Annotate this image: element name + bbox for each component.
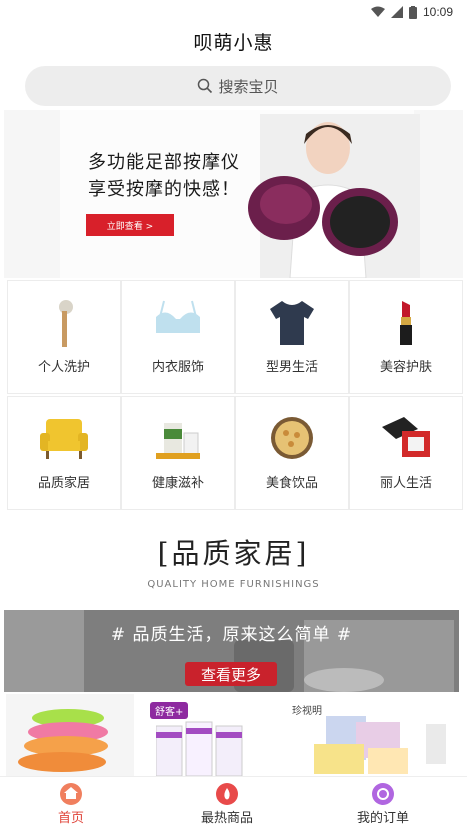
tab-my-orders[interactable]: 我的订单 — [323, 777, 443, 832]
tab-label: 首页 — [57, 811, 84, 826]
battery-icon — [408, 5, 417, 19]
category-health[interactable]: 健康滋补 — [122, 397, 234, 509]
shukeplus-toothpaste-icon — [156, 721, 243, 776]
category-label: 美食饮品 — [265, 476, 318, 491]
category-label: 健康滋补 — [151, 476, 204, 491]
status-bar: 10:09 — [0, 0, 467, 24]
search-icon — [198, 78, 213, 94]
category-personal-care[interactable]: 个人洗护 — [8, 281, 120, 393]
signal-icon — [390, 6, 403, 18]
foot-massager-model-image — [248, 114, 420, 278]
bottom-tab-bar: 首页 最热商品 我的订单 — [0, 776, 467, 832]
cookie-box-icon — [271, 417, 313, 459]
zhenmeiming-products-icon — [314, 716, 446, 774]
tab-hot-products[interactable]: 最热商品 — [167, 777, 287, 832]
search-placeholder: 搜索宝贝 — [218, 77, 279, 96]
tshirt-icon — [270, 301, 314, 345]
banner-view-button[interactable]: 立即查看 > — [86, 214, 174, 236]
status-time: 10:09 — [422, 5, 453, 19]
product-brand-badge: 舒客+ — [150, 702, 189, 719]
banner-title-line2: 享受按摩的快感！ — [88, 179, 240, 200]
promo-slogan: # 品质生活，原来这么简单 # — [110, 625, 353, 645]
section-subtitle: QUALITY HOME FURNISHINGS — [147, 579, 320, 590]
supplement-icon — [156, 423, 200, 459]
search-input[interactable]: 搜索宝贝 — [25, 66, 451, 106]
banner-title-line1: 多功能足部按摩仪 — [88, 152, 240, 173]
slippers-icon — [18, 709, 108, 772]
product-card[interactable]: 珍视明 — [292, 694, 462, 776]
product-card[interactable]: 舒客+ — [142, 694, 292, 776]
status-icons: 10:09 — [370, 5, 453, 19]
category-food[interactable]: 美食饮品 — [236, 397, 348, 509]
fire-icon — [216, 783, 238, 805]
category-label: 个人洗护 — [37, 360, 90, 375]
category-mens[interactable]: 型男生活 — [236, 281, 348, 393]
promo-strip[interactable]: # 品质生活，原来这么简单 # 查看更多 — [4, 610, 459, 692]
order-icon — [372, 783, 394, 805]
promo-banner[interactable]: 多功能足部按摩仪 享受按摩的快感！ 立即查看 > — [4, 110, 463, 278]
sofa-icon — [40, 419, 88, 459]
category-label: 品质家居 — [37, 476, 90, 491]
category-grid: 个人洗护 内衣服饰 型男生活 美容护肤 品质家居 健康滋补 美食饮品 丽人生活 — [6, 281, 462, 509]
brush-icon — [59, 300, 73, 347]
category-home[interactable]: 品质家居 — [8, 397, 120, 509]
category-lady[interactable]: 丽人生活 — [350, 397, 462, 509]
section-title: [品质家居] — [157, 537, 310, 570]
app-title: 呗萌小惠 — [193, 32, 274, 54]
bra-icon — [156, 300, 200, 333]
category-underwear[interactable]: 内衣服饰 — [122, 281, 234, 393]
product-card[interactable] — [6, 694, 134, 776]
wifi-icon — [370, 6, 385, 17]
category-label: 内衣服饰 — [151, 360, 204, 375]
category-label: 型男生活 — [265, 360, 318, 375]
lipstick-icon — [400, 301, 412, 345]
product-strip: 舒客+ 珍视明 — [0, 694, 467, 776]
gift-box-icon — [382, 417, 430, 457]
tab-label: 最热商品 — [200, 811, 253, 826]
home-icon — [60, 783, 82, 805]
tab-home[interactable]: 首页 — [11, 777, 131, 832]
category-beauty[interactable]: 美容护肤 — [350, 281, 462, 393]
category-label: 丽人生活 — [379, 476, 432, 491]
category-label: 美容护肤 — [379, 360, 432, 375]
tab-label: 我的订单 — [356, 811, 409, 826]
view-more-button[interactable]: 查看更多 — [185, 662, 277, 686]
